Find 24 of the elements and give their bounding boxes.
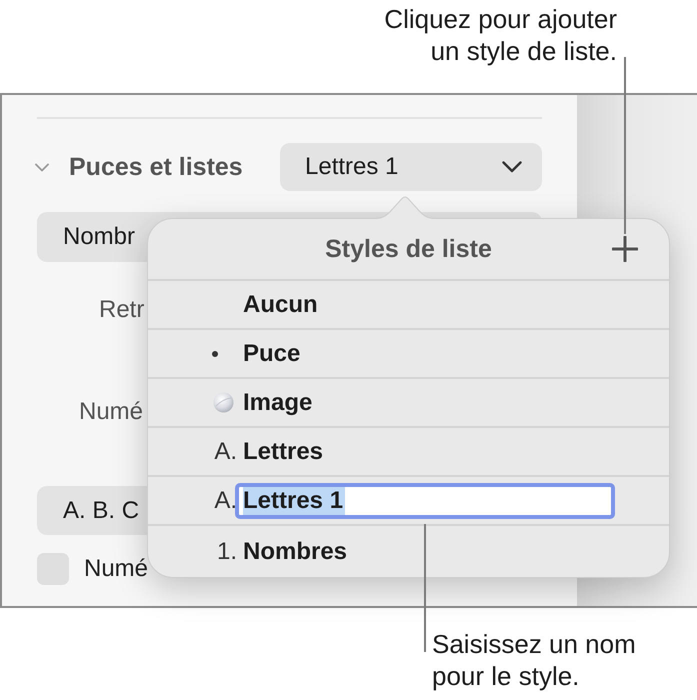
add-style-button[interactable] [612,236,638,262]
checkbox[interactable] [37,553,69,585]
style-name[interactable]: Nombres [243,538,348,566]
bullet-icon [212,350,218,356]
list-marker: A. [214,438,237,466]
style-popup-button[interactable]: Lettres 1 [280,143,542,191]
style-name[interactable]: Image [243,388,312,416]
plus-icon [612,236,638,262]
style-name[interactable]: Lettres [243,438,324,466]
name-input-field[interactable]: Lettres 1 [235,482,615,518]
checkbox-label: Numé [84,555,148,583]
style-name[interactable]: Aucun [243,290,318,318]
list-marker: A. [214,486,237,514]
style-name[interactable]: Puce [243,340,300,368]
callout-text: Saisissez un nom pour le style. [432,628,637,692]
list-marker: 1. [216,538,237,566]
callout-text: Cliquez pour ajouter un style de liste. [383,3,617,67]
chevron-down-icon [502,161,522,173]
round-bullet-icon [213,392,234,413]
disclosure-chevron-icon[interactable] [35,162,49,172]
field-label: Numé [79,397,144,427]
field-label: Retr [99,295,144,325]
section-title: Puces et listes [69,152,243,182]
popover-title: Styles de liste [325,234,492,264]
